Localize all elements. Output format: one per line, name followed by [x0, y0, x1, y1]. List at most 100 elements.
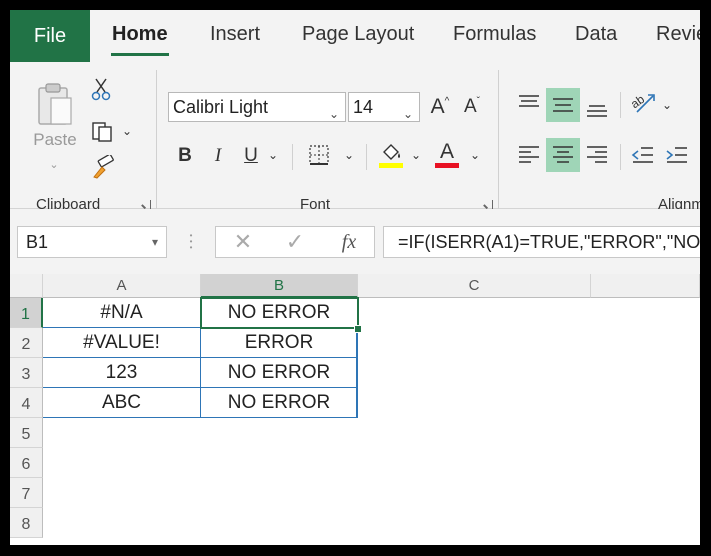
increase-indent-icon: [666, 147, 687, 163]
row-header-7[interactable]: 7: [10, 478, 43, 508]
font-name-value: Calibri Light: [173, 97, 269, 117]
copy-icon: [92, 122, 112, 142]
formula-controls: ✕ ✓ fx: [215, 226, 375, 258]
clipboard-icon: [38, 83, 72, 125]
shrink-font-button[interactable]: Aˇ: [458, 92, 486, 122]
font-color-icon: A: [439, 139, 454, 163]
align-left-icon: [519, 146, 539, 163]
orientation-dropdown-chevron-icon[interactable]: ⌄: [660, 98, 674, 112]
bottom-align-button[interactable]: [582, 94, 612, 124]
cell-b3[interactable]: NO ERROR: [201, 358, 358, 388]
align-right-icon: [587, 146, 607, 163]
active-tab-indicator: [111, 53, 169, 56]
underline-dropdown-chevron-icon[interactable]: ⌄: [266, 148, 280, 162]
paste-dropdown-chevron-icon[interactable]: ⌄: [46, 158, 62, 171]
svg-text:ab: ab: [629, 92, 647, 111]
ribbon-tabs: File Home Insert Page Layout Formulas Da…: [10, 10, 700, 62]
tab-home[interactable]: Home: [112, 23, 168, 46]
align-center-icon: [553, 146, 573, 163]
borders-button[interactable]: [306, 142, 332, 168]
excel-window: File Home Insert Page Layout Formulas Da…: [10, 10, 700, 545]
insert-function-icon[interactable]: fx: [334, 229, 364, 255]
font-color-button[interactable]: A: [434, 138, 460, 170]
enter-check-icon[interactable]: ✓: [282, 229, 308, 255]
formula-bar: B1 ▾ • • • ✕ ✓ fx =IF(ISERR(A1)=TRUE,"ERRO…: [10, 209, 700, 279]
cancel-icon[interactable]: ✕: [230, 229, 256, 255]
font-name-select[interactable]: Calibri Light ⌄: [168, 92, 346, 122]
toolbar-divider: [292, 144, 293, 170]
cell-a3[interactable]: 123: [43, 358, 201, 388]
underline-button[interactable]: U: [240, 142, 262, 170]
tab-page-layout[interactable]: Page Layout: [302, 23, 414, 46]
bottom-align-icon: [587, 105, 607, 117]
scissors-icon: [91, 78, 111, 101]
cell-a1[interactable]: #N/A: [43, 298, 201, 328]
middle-align-icon: [553, 98, 573, 112]
cell-b2[interactable]: ERROR: [201, 328, 358, 358]
row-header-2[interactable]: 2: [10, 328, 43, 358]
toolbar-divider: [620, 144, 621, 170]
row-header-8[interactable]: 8: [10, 508, 43, 538]
fill-color-dropdown-chevron-icon[interactable]: ⌄: [409, 148, 423, 162]
increase-indent-button[interactable]: [662, 140, 692, 170]
active-cell-border: [200, 297, 359, 329]
chevron-down-icon: ▾: [151, 235, 158, 249]
column-header-next[interactable]: [591, 274, 700, 298]
cut-button[interactable]: [90, 76, 112, 102]
column-header-c[interactable]: C: [358, 274, 591, 298]
worksheet-grid[interactable]: A B C 1 2 3 4 5 6 7 8 #N/A NO ERROR #VAL…: [10, 274, 700, 545]
column-header-a[interactable]: A: [43, 274, 201, 298]
paste-label: Paste: [33, 130, 77, 149]
cell-b4[interactable]: NO ERROR: [201, 388, 358, 418]
drag-handle-icon[interactable]: • • •: [186, 231, 196, 253]
fill-handle[interactable]: [354, 325, 362, 333]
name-box-value: B1: [26, 232, 49, 252]
grow-font-button[interactable]: A ^: [426, 92, 454, 122]
fill-color-button[interactable]: [378, 140, 404, 170]
tab-formulas[interactable]: Formulas: [453, 23, 536, 46]
font-size-value: 14: [353, 97, 374, 117]
row-header-3[interactable]: 3: [10, 358, 43, 388]
orientation-button[interactable]: ab: [628, 88, 658, 118]
copy-button[interactable]: [90, 118, 116, 144]
toolbar-divider: [366, 144, 367, 170]
borders-dropdown-chevron-icon[interactable]: ⌄: [342, 148, 356, 162]
tab-insert[interactable]: Insert: [210, 23, 260, 46]
borders-icon: [309, 145, 329, 165]
row-header-5[interactable]: 5: [10, 418, 43, 448]
font-color-dropdown-chevron-icon[interactable]: ⌄: [468, 148, 482, 162]
row-header-1[interactable]: 1: [10, 298, 43, 328]
chevron-down-icon: ⌄: [328, 107, 339, 121]
column-header-b[interactable]: B: [201, 274, 358, 298]
select-all-corner[interactable]: [10, 274, 43, 298]
align-right-button[interactable]: [582, 140, 612, 170]
format-painter-icon: [93, 155, 114, 179]
tab-data[interactable]: Data: [575, 23, 617, 46]
font-size-select[interactable]: 14 ⌄: [348, 92, 420, 122]
chevron-down-icon: ⌄: [402, 107, 413, 121]
shrink-font-icon: A: [463, 96, 477, 117]
middle-align-button[interactable]: [546, 88, 580, 122]
top-align-button[interactable]: [514, 88, 544, 118]
ribbon: Paste ⌄ ⌄ Clipboard Calibri Light ⌄ 14 ⌄…: [10, 62, 700, 213]
decrease-indent-icon: [631, 147, 653, 163]
cell-a2[interactable]: #VALUE!: [43, 328, 201, 358]
text-orientation-icon: ab: [629, 92, 655, 113]
bold-button[interactable]: B: [174, 142, 196, 170]
italic-button[interactable]: I: [207, 142, 229, 170]
formula-input[interactable]: =IF(ISERR(A1)=TRUE,"ERROR","NO: [383, 226, 700, 258]
format-painter-button[interactable]: [90, 154, 116, 180]
decrease-indent-button[interactable]: [628, 140, 658, 170]
tab-review[interactable]: Revie: [656, 23, 700, 46]
group-divider: [156, 70, 157, 210]
cell-a4[interactable]: ABC: [43, 388, 201, 418]
align-center-button[interactable]: [546, 138, 580, 172]
tab-file[interactable]: File: [10, 10, 90, 62]
align-left-button[interactable]: [514, 140, 544, 170]
paste-button[interactable]: Paste: [32, 76, 78, 156]
row-header-4[interactable]: 4: [10, 388, 43, 418]
row-header-6[interactable]: 6: [10, 448, 43, 478]
font-color-swatch: [435, 162, 459, 168]
copy-dropdown-chevron-icon[interactable]: ⌄: [120, 124, 134, 138]
name-box[interactable]: B1 ▾: [17, 226, 167, 258]
